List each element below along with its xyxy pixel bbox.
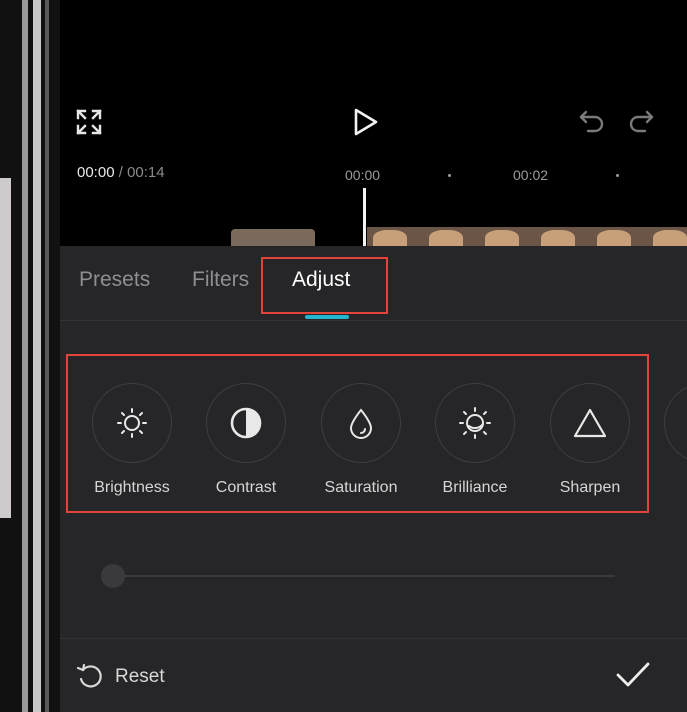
tab-filters[interactable]: Filters [192, 268, 249, 292]
check-icon[interactable] [615, 660, 651, 690]
play-icon[interactable] [352, 107, 380, 137]
footer-divider [60, 638, 687, 639]
time-separator: / [118, 164, 123, 181]
device-bezel [33, 0, 41, 712]
ruler-dot [616, 174, 619, 177]
undo-icon[interactable] [578, 109, 606, 135]
fullscreen-icon[interactable] [76, 109, 102, 135]
reset-label: Reset [115, 666, 165, 687]
app-screen: 00:00 / 00:14 00:00 00:02 Presets Filter… [60, 0, 687, 712]
reset-button[interactable]: Reset [75, 662, 165, 692]
redo-icon[interactable] [627, 109, 655, 135]
ruler-dot [448, 174, 451, 177]
device-bezel [22, 0, 28, 712]
ruler-mark: 00:00 [345, 167, 381, 183]
timecode: 00:00 / 00:14 [77, 164, 165, 181]
device-bezel [45, 0, 49, 712]
duration: 00:14 [127, 164, 165, 181]
adjust-slider-track[interactable] [110, 575, 615, 577]
playhead[interactable] [363, 188, 366, 248]
tools-highlight [66, 354, 649, 513]
active-tab-indicator [305, 315, 349, 319]
reset-icon [76, 663, 102, 688]
current-time: 00:00 [77, 164, 115, 181]
adjust-tab-highlight [261, 257, 388, 314]
tab-divider [60, 320, 687, 321]
adjust-slider-handle[interactable] [101, 564, 125, 588]
tab-presets[interactable]: Presets [79, 268, 150, 292]
ruler-mark: 00:02 [513, 167, 549, 183]
left-background-panel [0, 178, 11, 518]
